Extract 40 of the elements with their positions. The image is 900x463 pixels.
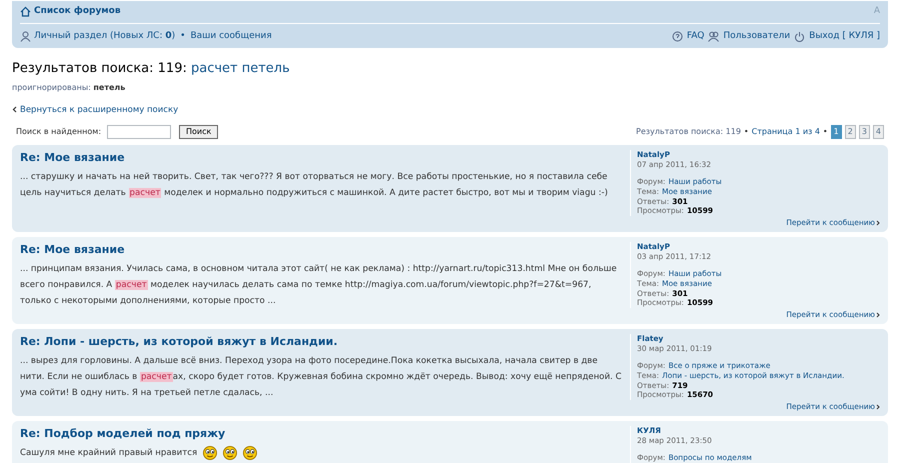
page-count-text: Страница 1 из 4 bbox=[752, 126, 820, 138]
ignored-words-text: проигнорированы: петель bbox=[12, 82, 126, 94]
post-excerpt: ... принципам вязания. Училась сама, в основном читала этот сайт( не как реклама) : http://yarnart.ru/topic313.html Мне он больше всего понравился. А расчет моделек научилась делать сама по темке http://magiya.com.ua/forum/viewtopic.php?f=27&t=967, только с некоторыми дополнениями, которые просто ... bbox=[20, 262, 618, 308]
users-link[interactable]: Пользователи bbox=[723, 30, 790, 43]
page-link[interactable]: 4 bbox=[872, 125, 884, 140]
power-icon bbox=[794, 30, 806, 42]
search-button[interactable]: Поиск bbox=[179, 125, 218, 140]
user-icon bbox=[20, 30, 31, 42]
help-icon bbox=[672, 30, 683, 42]
post-title-link[interactable]: Re: Мое вязание bbox=[20, 242, 622, 259]
faq-link[interactable]: FAQ bbox=[686, 30, 704, 43]
forum-index-link[interactable]: Список форумов bbox=[20, 5, 121, 18]
messages-link[interactable]: Ваши сообщения bbox=[190, 30, 272, 43]
chevron-right-icon bbox=[876, 404, 880, 410]
post-excerpt: ... старушку и начать на ней творить. Свет, так чего??? Я вот оторваться не могу. Все работы простенькие, но я поставила себе цель научиться делать расчет моделек и нормально подружиться с машинкой. А дите растет быстро, вот мы и творим viagu :-) bbox=[20, 170, 609, 200]
logout-link[interactable]: Выход [ КУЛЯ ] bbox=[809, 30, 880, 43]
page-link[interactable]: 2 bbox=[844, 125, 856, 140]
separator-dot: • bbox=[744, 126, 749, 138]
chevron-right-icon bbox=[876, 312, 880, 318]
smiley-icon bbox=[243, 446, 258, 460]
post-excerpt: Сашуля мне крайний правый нравится bbox=[20, 446, 198, 460]
post-title-link[interactable]: Re: Лопи - шерсть, из которой вяжут в Исландии. bbox=[20, 334, 622, 351]
post-excerpt: ... вырез для горловины. А дальше всё вниз. Переход узора на фото посередине.Пока кокетка высыхала, начала свитер в две нити. Если не ошиблась в расчетах, скоро будет готов. Кружевная бобина скромно ждёт очередь. Вывод: хочу ещё непряденой. С ума сойти! В одну нить. Я на третьей петле сдалась, ... bbox=[20, 354, 622, 400]
post-title-link[interactable]: Re: Подбор моделей под пряжу bbox=[20, 426, 622, 443]
chevron-right-icon bbox=[876, 220, 880, 226]
users-icon bbox=[708, 30, 720, 42]
page-link[interactable]: 3 bbox=[858, 125, 870, 140]
smiley-icon bbox=[223, 446, 238, 460]
personal-section-link[interactable]: Личный раздел (Новых ЛС: 0) bbox=[34, 30, 176, 43]
home-icon bbox=[20, 6, 31, 18]
search-within-field[interactable] bbox=[107, 125, 172, 140]
results-count-text: Результатов поиска: 119 bbox=[636, 126, 741, 138]
separator-dot: • bbox=[180, 30, 186, 42]
smiley-icon bbox=[203, 446, 218, 460]
back-to-search-link[interactable]: Вернуться к расширенному поиску bbox=[12, 104, 178, 116]
search-results-heading: Результатов поиска: 119: расчет петель bbox=[12, 60, 291, 78]
chevron-left-icon bbox=[12, 106, 17, 114]
post-title-link[interactable]: Re: Мое вязание bbox=[20, 150, 622, 167]
separator-dot: • bbox=[822, 126, 828, 138]
search-within-label: Поиск в найденном: bbox=[16, 126, 102, 138]
